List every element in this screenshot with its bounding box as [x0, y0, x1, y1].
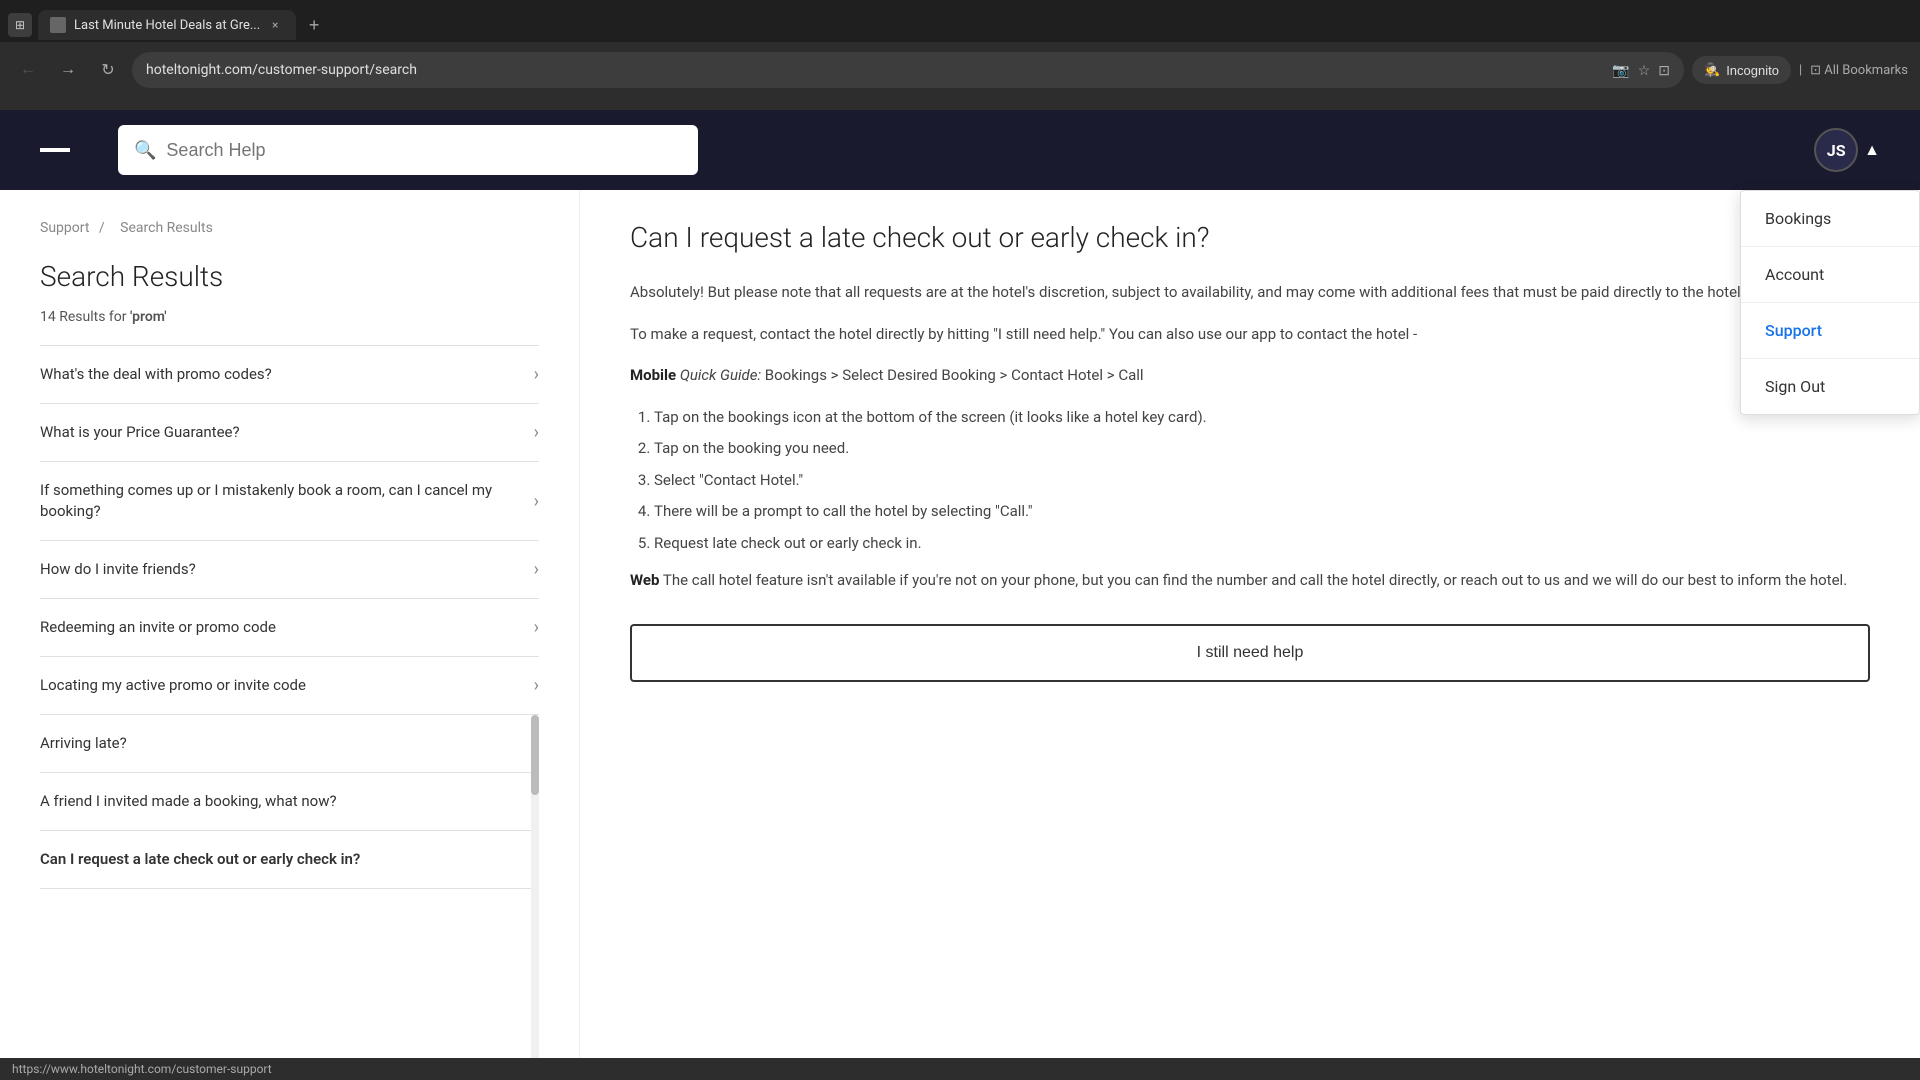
article-mobile-guide: Mobile Quick Guide: Bookings > Select De… [630, 363, 1870, 389]
result-item-1[interactable]: What's the deal with promo codes? › [40, 345, 539, 404]
web-label: Web [630, 571, 659, 589]
chevron-right-icon-4: › [534, 559, 539, 580]
step-2: Tap on the booking you need. [654, 436, 1870, 462]
result-item-9[interactable]: Can I request a late check out or early … [40, 831, 539, 889]
dropdown-item-signout[interactable]: Sign Out [1741, 359, 1919, 414]
site-header: 🔍 JS ▲ Bookings Account Support Sign Out [0, 110, 1920, 190]
result-item-3[interactable]: If something comes up or I mistakenly bo… [40, 462, 539, 541]
result-item-4[interactable]: How do I invite friends? › [40, 541, 539, 599]
star-icon[interactable]: ☆ [1638, 62, 1651, 79]
tab-title: Last Minute Hotel Deals at Gre... [74, 18, 260, 33]
results-title: Search Results [40, 260, 539, 293]
chevron-right-icon-3: › [534, 491, 539, 512]
user-avatar[interactable]: JS [1814, 128, 1858, 172]
chevron-right-icon-2: › [534, 422, 539, 443]
camera-off-icon[interactable]: 📷 [1612, 62, 1629, 79]
incognito-label: Incognito [1726, 63, 1779, 78]
result-item-text-1: What's the deal with promo codes? [40, 364, 534, 385]
breadcrumb: Support / Search Results [40, 220, 539, 236]
browser-chrome: ⊞ Last Minute Hotel Deals at Gre... × + … [0, 0, 1920, 110]
back-button[interactable]: ← [12, 54, 44, 86]
tab-favicon [50, 17, 66, 33]
incognito-icon: 🕵 [1704, 62, 1720, 78]
tab-group-button[interactable]: ⊞ [8, 13, 32, 37]
chevron-right-icon-6: › [534, 675, 539, 696]
device-icon[interactable]: ⊡ [1658, 62, 1670, 79]
result-item-text-6: Locating my active promo or invite code [40, 675, 534, 696]
nav-bar: ← → ↻ hoteltonight.com/customer-support/… [0, 42, 1920, 98]
chevron-right-icon-5: › [534, 617, 539, 638]
result-item-text-4: How do I invite friends? [40, 559, 534, 580]
url-text: hoteltonight.com/customer-support/search [146, 62, 1604, 78]
result-item-text-7: Arriving late? [40, 733, 534, 754]
page: 🔍 JS ▲ Bookings Account Support Sign Out… [0, 110, 1920, 1080]
mobile-label: Mobile [630, 366, 676, 384]
status-url: https://www.hoteltonight.com/customer-su… [12, 1062, 272, 1076]
breadcrumb-support[interactable]: Support [40, 220, 89, 236]
step-4: There will be a prompt to call the hotel… [654, 499, 1870, 525]
step-3: Select "Contact Hotel." [654, 468, 1870, 494]
result-item-text-5: Redeeming an invite or promo code [40, 617, 534, 638]
article-web-info: Web The call hotel feature isn't availab… [630, 568, 1870, 594]
dropdown-item-bookings[interactable]: Bookings [1741, 191, 1919, 247]
step-1: Tap on the bookings icon at the bottom o… [654, 405, 1870, 431]
scroll-thumb[interactable] [531, 715, 539, 795]
result-item-8[interactable]: A friend I invited made a booking, what … [40, 773, 539, 831]
result-items: What's the deal with promo codes? › What… [40, 345, 539, 889]
active-tab[interactable]: Last Minute Hotel Deals at Gre... × [38, 10, 296, 40]
logo-line [40, 148, 70, 152]
scrollbar[interactable] [531, 715, 539, 1080]
search-input[interactable] [166, 140, 682, 161]
reload-button[interactable]: ↻ [92, 54, 124, 86]
result-item-6[interactable]: Locating my active promo or invite code … [40, 657, 539, 715]
tab-bar: ⊞ Last Minute Hotel Deals at Gre... × + [0, 0, 1920, 42]
nav-right: 🕵 Incognito | ⊡ All Bookmarks [1692, 56, 1908, 84]
result-item-7[interactable]: Arriving late? › [40, 715, 539, 773]
forward-button[interactable]: → [52, 54, 84, 86]
article-body: Absolutely! But please note that all req… [630, 280, 1870, 594]
still-need-help-button[interactable]: I still need help [630, 624, 1870, 682]
quick-guide-text: Bookings > Select Desired Booking > Cont… [765, 366, 1144, 384]
left-panel: Support / Search Results Search Results … [0, 190, 580, 1080]
tab-close-button[interactable]: × [266, 16, 284, 34]
article-intro: Absolutely! But please note that all req… [630, 280, 1870, 306]
chevron-up-icon[interactable]: ▲ [1864, 140, 1880, 160]
dropdown-item-account[interactable]: Account [1741, 247, 1919, 303]
result-item-text-8: A friend I invited made a booking, what … [40, 791, 534, 812]
bookmarks-separator: | [1799, 63, 1802, 78]
result-item-5[interactable]: Redeeming an invite or promo code › [40, 599, 539, 657]
breadcrumb-separator: / [99, 220, 105, 236]
address-icons: 📷 ☆ ⊡ [1612, 62, 1670, 79]
results-query: 'prom' [130, 309, 167, 325]
address-bar[interactable]: hoteltonight.com/customer-support/search… [132, 52, 1684, 88]
right-panel: Can I request a late check out or early … [580, 190, 1920, 1080]
web-text: The call hotel feature isn't available i… [663, 571, 1847, 589]
bookmarks-label: ⊡ All Bookmarks [1810, 63, 1908, 78]
article-steps: Tap on the bookings icon at the bottom o… [654, 405, 1870, 557]
new-tab-button[interactable]: + [300, 11, 328, 39]
results-count: 14 Results for 'prom' [40, 309, 539, 325]
logo [40, 148, 78, 152]
quick-guide-label: Quick Guide: [680, 366, 761, 384]
article-contact-intro: To make a request, contact the hotel dir… [630, 322, 1870, 348]
header-right: JS ▲ [1814, 128, 1880, 172]
article-title: Can I request a late check out or early … [630, 220, 1870, 256]
result-item-2[interactable]: What is your Price Guarantee? › [40, 404, 539, 462]
incognito-button[interactable]: 🕵 Incognito [1692, 56, 1791, 84]
main-content: Support / Search Results Search Results … [0, 190, 1920, 1080]
search-bar[interactable]: 🔍 [118, 125, 698, 175]
status-bar: https://www.hoteltonight.com/customer-su… [0, 1058, 1920, 1080]
result-item-text-3: If something comes up or I mistakenly bo… [40, 480, 534, 522]
search-icon: 🔍 [134, 140, 156, 161]
result-item-text-2: What is your Price Guarantee? [40, 422, 534, 443]
chevron-right-icon-1: › [534, 364, 539, 385]
step-5: Request late check out or early check in… [654, 531, 1870, 557]
result-item-text-9: Can I request a late check out or early … [40, 849, 534, 870]
breadcrumb-current: Search Results [120, 220, 213, 236]
results-count-prefix: 14 Results for [40, 309, 130, 325]
dropdown-menu: Bookings Account Support Sign Out [1740, 190, 1920, 415]
dropdown-item-support[interactable]: Support [1741, 303, 1919, 359]
